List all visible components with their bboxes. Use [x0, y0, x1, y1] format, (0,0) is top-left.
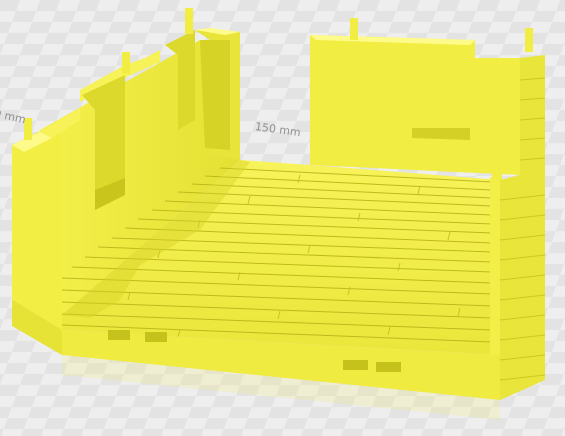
model-scene[interactable] [0, 0, 565, 436]
3d-viewport[interactable]: 250 mm 150 mm [0, 0, 565, 436]
